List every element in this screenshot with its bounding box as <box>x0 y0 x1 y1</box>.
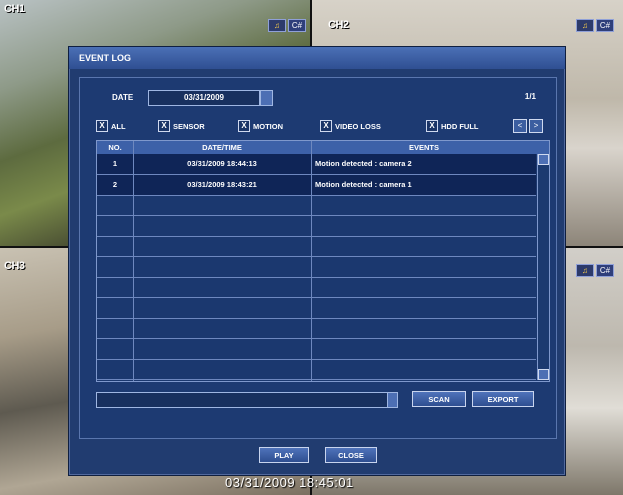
speaker-icon: ♫ <box>576 19 594 32</box>
checkbox-hdd-full[interactable]: X <box>426 120 438 132</box>
filter-label: ALL <box>111 121 126 131</box>
column-divider <box>133 141 134 381</box>
cell-datetime <box>133 339 311 359</box>
table-row[interactable]: 1 03/31/2009 18:44:13 Motion detected : ca… <box>97 154 536 175</box>
play-button[interactable]: PLAY <box>259 447 309 463</box>
camera-2-icons: ♫ C# <box>576 19 614 32</box>
cell-datetime <box>133 236 311 256</box>
prev-page-button[interactable]: < <box>513 119 527 133</box>
filter-sensor[interactable]: X SENSOR <box>158 120 205 132</box>
checkbox-motion[interactable]: X <box>238 120 250 132</box>
cell-no <box>97 277 133 297</box>
camera-4-icons: ♫ C# <box>576 264 614 277</box>
table-row[interactable]: 2 03/31/2009 18:43:21 Motion detected : ca… <box>97 174 536 196</box>
calendar-button[interactable] <box>260 90 273 106</box>
cell-no <box>97 298 133 318</box>
cell-event <box>315 195 535 215</box>
filter-label: VIDEO LOSS <box>335 121 381 131</box>
scan-button[interactable]: SCAN <box>412 391 466 407</box>
vertical-scrollbar[interactable] <box>537 154 549 380</box>
table-row[interactable] <box>97 236 536 257</box>
scroll-down-arrow[interactable] <box>538 369 549 380</box>
table-row[interactable] <box>97 318 536 339</box>
column-divider <box>311 141 312 381</box>
cell-event <box>315 318 535 338</box>
cell-no <box>97 318 133 338</box>
camera-label-1: CH1 <box>4 3 25 15</box>
column-header-events: EVENTS <box>408 143 439 152</box>
cell-no: 2 <box>112 179 118 189</box>
event-log-dialog: EVENT LOG DATE 03/31/2009 1/1 X ALL X SE… <box>68 46 566 476</box>
close-button[interactable]: CLOSE <box>325 447 377 463</box>
camera-label-3: CH3 <box>4 260 25 272</box>
cell-no: 1 <box>112 159 118 168</box>
filter-label: SENSOR <box>173 121 205 131</box>
cell-no <box>97 257 133 277</box>
scroll-up-arrow[interactable] <box>538 154 549 165</box>
date-field[interactable]: 03/31/2009 <box>148 90 260 106</box>
cell-datetime <box>133 277 311 297</box>
cell-event <box>315 257 535 277</box>
export-path-spinner[interactable] <box>387 392 398 408</box>
table-row[interactable] <box>97 298 536 319</box>
table-header: NO. DATE/TIME EVENTS <box>97 141 549 154</box>
table-row[interactable] <box>97 195 536 216</box>
export-button[interactable]: EXPORT <box>472 391 534 407</box>
cell-event <box>315 277 535 297</box>
filter-hdd-full[interactable]: X HDD FULL <box>426 120 479 132</box>
table-row[interactable] <box>97 216 536 237</box>
cell-no <box>97 195 133 215</box>
cell-event <box>315 298 535 318</box>
cell-datetime: 03/31/2009 18:43:21 <box>187 179 257 189</box>
system-timestamp: 03/31/2009 18:45:01 <box>225 475 354 490</box>
dialog-title: EVENT LOG <box>69 47 565 69</box>
camera-1-icons: ♫ C# <box>268 19 306 32</box>
speaker-icon: ♫ <box>576 264 594 277</box>
filter-label: MOTION <box>253 121 283 131</box>
event-table: NO. DATE/TIME EVENTS 1 03/31/2009 18:44:1… <box>96 140 550 382</box>
cell-datetime <box>133 195 311 215</box>
cell-datetime <box>133 216 311 236</box>
column-header-no: NO. <box>108 143 122 152</box>
export-path-field[interactable] <box>96 392 388 408</box>
next-page-button[interactable]: > <box>529 119 543 133</box>
filter-label: HDD FULL <box>441 121 479 131</box>
cell-event <box>315 359 535 379</box>
camera-label-2: CH2 <box>328 19 349 31</box>
checkbox-sensor[interactable]: X <box>158 120 170 132</box>
filter-video-loss[interactable]: X VIDEO LOSS <box>320 120 381 132</box>
camera-status-icon: C# <box>596 264 614 277</box>
camera-status-icon: C# <box>288 19 306 32</box>
cell-event <box>315 236 535 256</box>
page-indicator: 1/1 <box>524 92 536 101</box>
filter-all[interactable]: X ALL <box>96 120 126 132</box>
cell-datetime <box>133 318 311 338</box>
table-row[interactable] <box>97 359 536 380</box>
cell-event: Motion detected : camera 1 <box>315 179 412 189</box>
table-row[interactable] <box>97 277 536 298</box>
checkbox-video-loss[interactable]: X <box>320 120 332 132</box>
cell-no <box>97 236 133 256</box>
checkbox-all[interactable]: X <box>96 120 108 132</box>
cell-event: Motion detected : camera 2 <box>315 159 412 168</box>
table-row[interactable] <box>97 257 536 278</box>
column-header-datetime: DATE/TIME <box>202 143 242 152</box>
event-log-panel: DATE 03/31/2009 1/1 X ALL X SENSOR X MOT… <box>79 77 557 439</box>
cell-datetime <box>133 359 311 379</box>
cell-no <box>97 216 133 236</box>
cell-datetime: 03/31/2009 18:44:13 <box>187 159 257 168</box>
filter-motion[interactable]: X MOTION <box>238 120 283 132</box>
cell-datetime <box>133 298 311 318</box>
cell-datetime <box>133 257 311 277</box>
cell-event <box>315 216 535 236</box>
cell-no <box>97 339 133 359</box>
table-row[interactable] <box>97 339 536 360</box>
camera-status-icon: C# <box>596 19 614 32</box>
speaker-icon: ♫ <box>268 19 286 32</box>
date-label: DATE <box>112 93 134 102</box>
cell-event <box>315 339 535 359</box>
cell-no <box>97 359 133 379</box>
